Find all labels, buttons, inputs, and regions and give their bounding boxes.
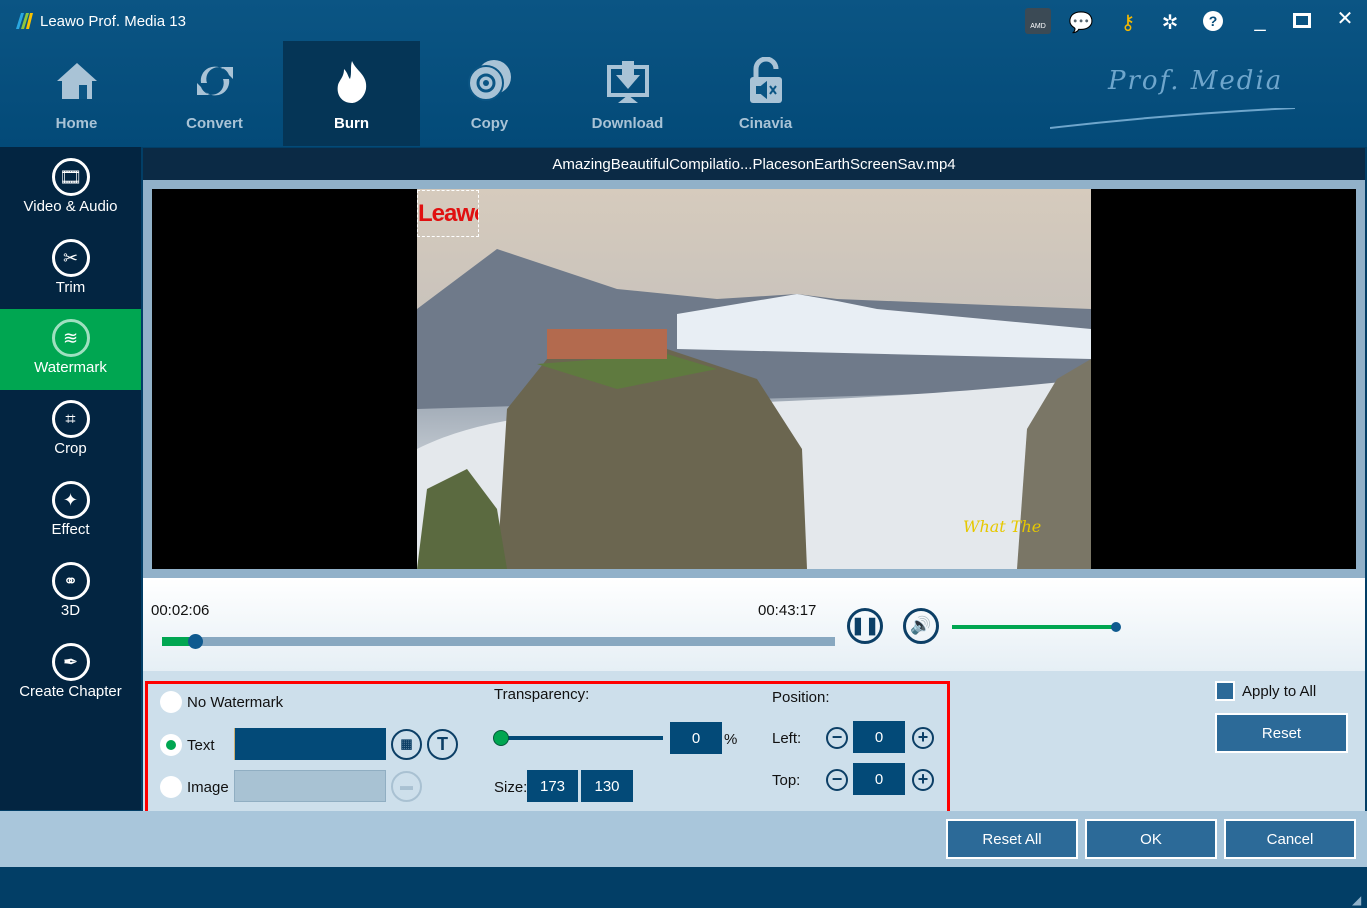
nav-tab-copy[interactable]: Copy	[421, 41, 558, 146]
sidebar-item-video-audio[interactable]: 🎞 Video & Audio	[0, 148, 141, 229]
nav-tab-home[interactable]: Home	[8, 41, 145, 146]
pen-icon: ✒	[51, 643, 90, 681]
text-label: Text	[187, 737, 215, 754]
download-icon	[606, 61, 649, 103]
gear-icon[interactable]: ✲	[1156, 10, 1184, 35]
file-name: AmazingBeautifulCompilatio...PlacesonEar…	[143, 148, 1365, 180]
size-label: Size:	[494, 779, 528, 796]
nav-tab-cinavia[interactable]: Cinavia	[697, 41, 834, 146]
scissors-icon: ✂	[51, 239, 90, 277]
transparency-slider[interactable]	[500, 736, 663, 740]
text-radio[interactable]	[160, 734, 182, 756]
sidebar-item-watermark[interactable]: ≋ Watermark	[0, 309, 141, 390]
convert-icon	[196, 66, 233, 96]
left-label: Left:	[772, 730, 802, 747]
reset-button[interactable]: Reset	[1215, 713, 1348, 753]
sidebar-item-trim[interactable]: ✂ Trim	[0, 229, 141, 310]
font-button[interactable]: T	[427, 729, 458, 760]
current-time: 00:02:06	[151, 602, 210, 619]
video-frame	[417, 189, 1091, 569]
folder-open-icon[interactable]: ▬	[391, 771, 422, 802]
app-logo-icon	[14, 11, 34, 31]
total-time: 00:43:17	[758, 602, 817, 619]
key-icon[interactable]: ⚷	[1114, 10, 1142, 35]
size-width-input[interactable]: 173	[527, 770, 578, 802]
no-watermark-radio[interactable]	[160, 691, 182, 713]
image-input[interactable]	[234, 770, 386, 802]
sidebar-item-3d[interactable]: ⚭ 3D	[0, 552, 141, 633]
transparency-label: Transparency:	[494, 686, 590, 703]
volume-slider[interactable]	[952, 625, 1116, 629]
top-increase-button[interactable]: +	[912, 769, 934, 791]
amd-badge-icon: AMD	[1025, 8, 1051, 34]
left-increase-button[interactable]: +	[912, 727, 934, 749]
transparency-thumb[interactable]	[493, 730, 509, 746]
volume-icon[interactable]: 🔊	[903, 608, 939, 644]
crop-icon: ⌗	[51, 400, 90, 438]
disc-icon	[467, 60, 511, 101]
pause-button[interactable]: ❚❚	[847, 608, 883, 644]
text-input[interactable]	[234, 728, 386, 760]
volume-thumb[interactable]	[1111, 622, 1121, 632]
seek-thumb[interactable]	[187, 634, 203, 649]
help-icon[interactable]: ?	[1199, 10, 1227, 32]
svg-text:?: ?	[1209, 13, 1218, 29]
film-icon: 🎞	[51, 158, 90, 196]
resize-grip-icon[interactable]: ◢	[1352, 893, 1366, 907]
left-decrease-button[interactable]: −	[826, 727, 848, 749]
home-icon	[56, 63, 97, 99]
transparency-unit: %	[724, 731, 738, 748]
app-title: Leawo Prof. Media 13	[40, 13, 186, 30]
3d-glasses-icon: ⚭	[51, 562, 90, 600]
close-icon[interactable]: ✕	[1331, 6, 1359, 31]
flame-icon	[337, 61, 366, 103]
color-palette-button[interactable]: ▦	[391, 729, 422, 760]
image-label: Image	[187, 779, 229, 796]
nav-tab-burn[interactable]: Burn	[283, 41, 420, 146]
top-decrease-button[interactable]: −	[826, 769, 848, 791]
watermark-overlay[interactable]: Leawo	[417, 190, 479, 237]
reset-all-button[interactable]: Reset All	[946, 819, 1078, 859]
sidebar-item-effect[interactable]: ✦ Effect	[0, 471, 141, 552]
seek-bar[interactable]	[162, 637, 835, 646]
image-radio[interactable]	[160, 776, 182, 798]
minimize-icon[interactable]: _	[1246, 10, 1274, 33]
player-controls	[143, 578, 1365, 671]
top-label: Top:	[772, 772, 801, 789]
brand-logo: Prof. Media	[1108, 66, 1284, 96]
corner-logo: What The	[963, 517, 1042, 536]
apply-to-all-checkbox[interactable]	[1215, 681, 1235, 701]
feedback-icon[interactable]: 💬	[1067, 10, 1095, 35]
nav-tab-download[interactable]: Download	[559, 41, 696, 146]
transparency-input[interactable]: 0	[670, 722, 722, 754]
position-label: Position:	[772, 689, 830, 706]
cancel-button[interactable]: Cancel	[1224, 819, 1356, 859]
sidebar-item-crop[interactable]: ⌗ Crop	[0, 390, 141, 471]
left-input[interactable]: 0	[853, 721, 905, 753]
top-input[interactable]: 0	[853, 763, 905, 795]
ok-button[interactable]: OK	[1085, 819, 1217, 859]
maximize-icon[interactable]	[1293, 13, 1311, 28]
magic-wand-icon: ✦	[51, 481, 90, 519]
brand-swoosh	[1049, 107, 1296, 130]
waves-icon: ≋	[51, 319, 90, 357]
unlock-mute-icon	[749, 57, 782, 103]
nav-tab-convert[interactable]: Convert	[146, 41, 283, 146]
no-watermark-label: No Watermark	[187, 694, 284, 711]
apply-to-all-label: Apply to All	[1242, 683, 1317, 700]
sidebar-item-create-chapter[interactable]: ✒ Create Chapter	[0, 633, 141, 714]
size-height-input[interactable]: 130	[581, 770, 633, 802]
